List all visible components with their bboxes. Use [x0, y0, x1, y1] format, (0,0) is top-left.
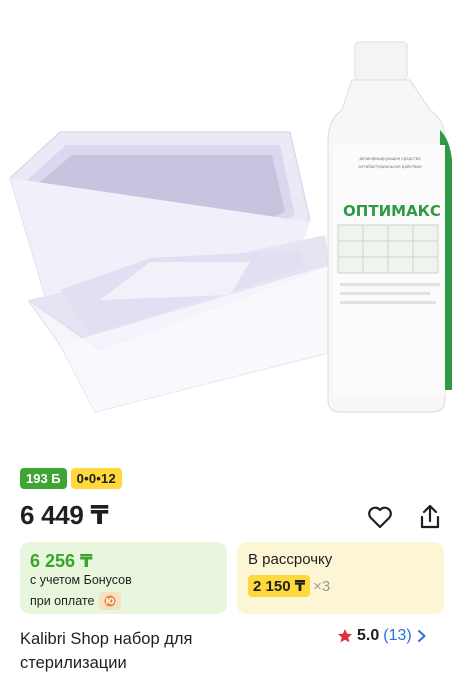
bonus-price: 6 256 ₸	[30, 551, 93, 571]
share-button[interactable]	[415, 502, 445, 532]
star-icon	[338, 629, 352, 643]
installment-label: В рассрочку	[248, 551, 333, 568]
bonus-badge: 193 Б	[20, 468, 67, 489]
product-title-line2: стерилизации	[20, 654, 127, 672]
installment-card[interactable]: В рассрочку 2 150 ₸ ×3	[237, 542, 444, 614]
product-title: Kalibri Shop набор для стерилизации	[20, 627, 320, 675]
bonus-note: с учетом Бонусов	[30, 573, 132, 587]
rating-link[interactable]: 5.0 (13)	[337, 627, 428, 645]
svg-text:дезинфицирующее средство: дезинфицирующее средство	[359, 156, 421, 161]
chevron-right-icon	[417, 630, 426, 642]
bottle-brand-text: ОПТИМАКС	[343, 202, 441, 220]
heart-icon	[368, 506, 392, 529]
installment-multiplier: ×3	[313, 577, 331, 595]
product-title-line1: Kalibri Shop набор для	[20, 630, 193, 648]
payment-note-text: при оплате	[30, 594, 95, 608]
review-count: (13)	[383, 627, 412, 644]
installment-badge: 0•0•12	[70, 468, 122, 489]
share-icon	[420, 504, 440, 529]
kaspi-pay-icon: Ю	[99, 592, 122, 610]
installment-row: 2 150 ₸ ×3	[248, 575, 330, 597]
rating-score: 5.0	[357, 627, 380, 644]
bonus-price-card[interactable]: 6 256 ₸ с учетом Бонусов при оплате Ю	[20, 542, 227, 614]
badges-row: 193 Б 0•0•12	[20, 468, 122, 489]
svg-text:Ю: Ю	[106, 597, 115, 606]
payment-note: при оплате Ю	[30, 592, 122, 610]
favorite-button[interactable]	[365, 502, 395, 532]
product-price: 6 449 ₸	[20, 500, 109, 530]
svg-text:антибактериальное действие: антибактериальное действие	[358, 164, 422, 169]
installment-amount: 2 150 ₸	[248, 575, 311, 597]
product-image[interactable]: дезинфицирующее средство антибактериальн…	[0, 0, 465, 460]
